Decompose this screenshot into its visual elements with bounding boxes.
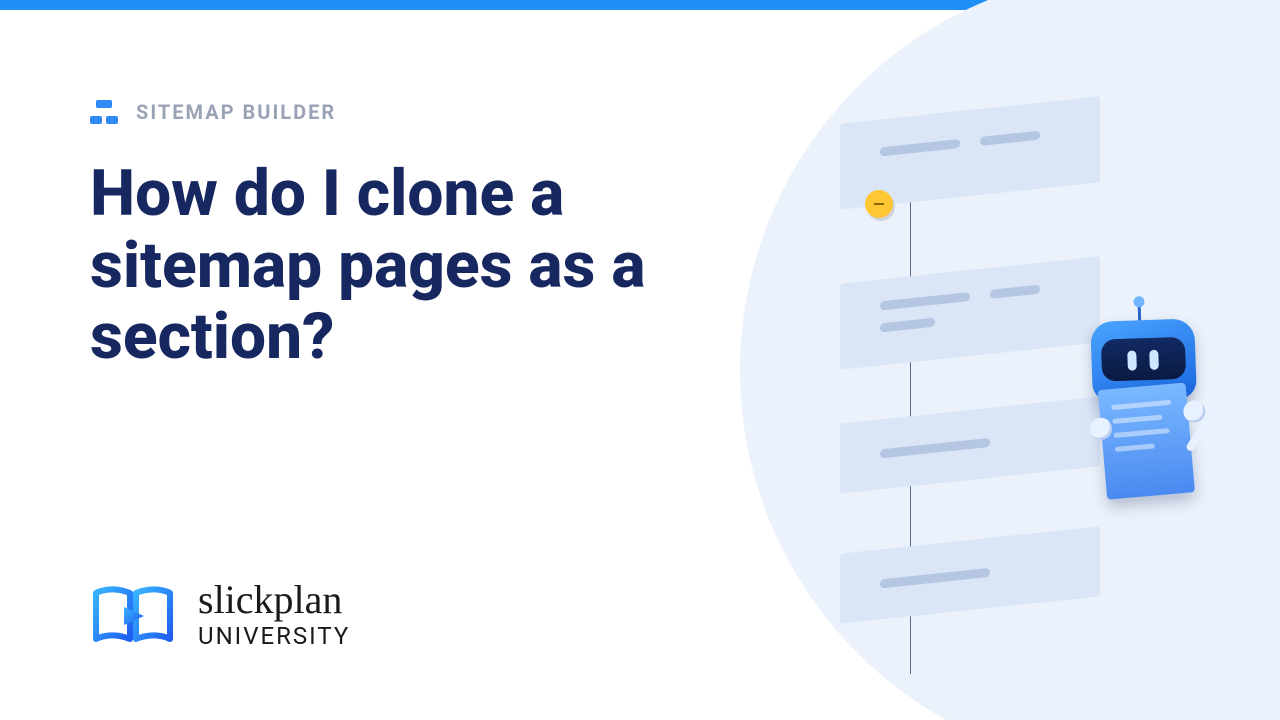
eyebrow-row: SITEMAP BUILDER — [90, 100, 710, 124]
brand-footer: slickplan UNIVERSITY — [90, 580, 350, 650]
eyebrow-label: SITEMAP BUILDER — [136, 100, 336, 124]
page-title: How do I clone a sitemap pages as a sect… — [90, 158, 710, 373]
brand-subtitle: UNIVERSITY — [198, 622, 350, 650]
robot-mascot-icon — [1056, 317, 1244, 543]
sitemap-icon — [90, 100, 118, 124]
book-play-icon — [90, 583, 176, 647]
sitemap-illustration — [790, 90, 1210, 690]
illus-card — [840, 526, 1100, 623]
brand-name: slickplan — [198, 580, 350, 620]
brand-text: slickplan UNIVERSITY — [198, 580, 350, 650]
content-block: SITEMAP BUILDER How do I clone a sitemap… — [90, 100, 710, 373]
slide-stage: SITEMAP BUILDER How do I clone a sitemap… — [0, 10, 1280, 720]
collapse-node-icon — [865, 190, 893, 218]
